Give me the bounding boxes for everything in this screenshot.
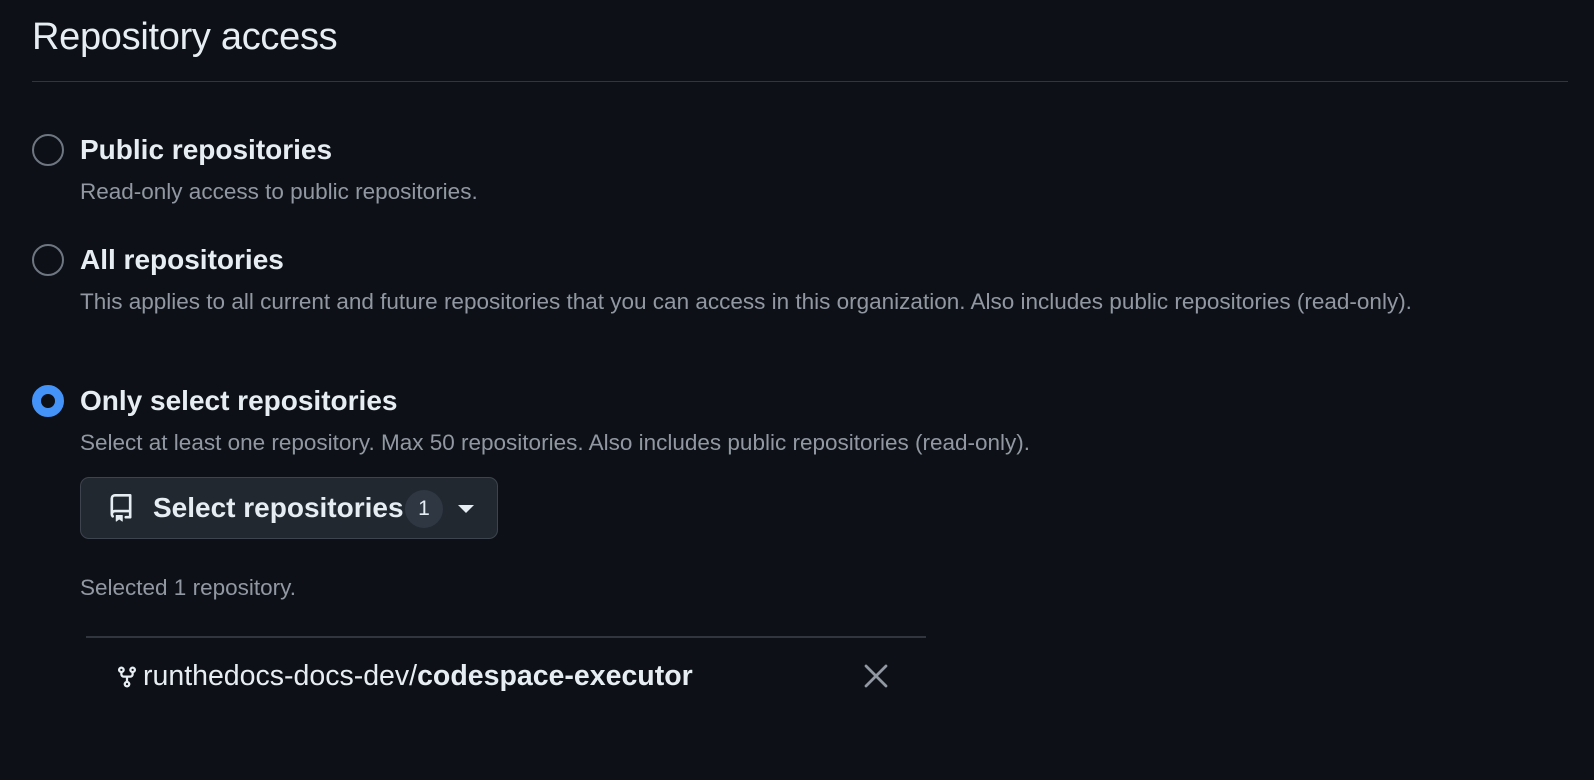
list-item: runthedocs-docs-dev/codespace-executor [86, 638, 926, 716]
repository-name: runthedocs-docs-dev/codespace-executor [143, 659, 693, 693]
selected-summary: Selected 1 repository. [80, 575, 296, 600]
selected-repository-list: runthedocs-docs-dev/codespace-executor [86, 636, 926, 718]
radio-only-select-repositories[interactable] [32, 385, 64, 417]
option-description: This applies to all current and future r… [80, 289, 1412, 314]
select-repositories-button[interactable]: Select repositories 1 [80, 477, 498, 539]
repository-access-section: Repository access Public repositories Re… [32, 0, 1568, 692]
page-title: Repository access [32, 16, 338, 58]
repository-short-name: codespace-executor [417, 660, 693, 692]
repository-separator: / [409, 660, 418, 692]
repository-owner: runthedocs-docs-dev [143, 660, 410, 692]
selected-count-badge: 1 [405, 490, 443, 528]
option-description: Select at least one repository. Max 50 r… [80, 430, 1031, 455]
option-description: Read-only access to public repositories. [80, 179, 478, 204]
option-label[interactable]: Only select repositories [80, 385, 397, 417]
title-divider [32, 81, 1568, 82]
repo-icon [110, 494, 132, 522]
select-repositories-label: Select repositories [153, 492, 404, 523]
close-icon[interactable] [861, 661, 891, 691]
option-label[interactable]: All repositories [80, 244, 284, 276]
option-label[interactable]: Public repositories [80, 134, 332, 166]
radio-public-repositories[interactable] [32, 134, 64, 166]
repo-forked-icon [118, 666, 136, 688]
radio-all-repositories[interactable] [32, 244, 64, 276]
triangle-down-icon [458, 505, 474, 513]
